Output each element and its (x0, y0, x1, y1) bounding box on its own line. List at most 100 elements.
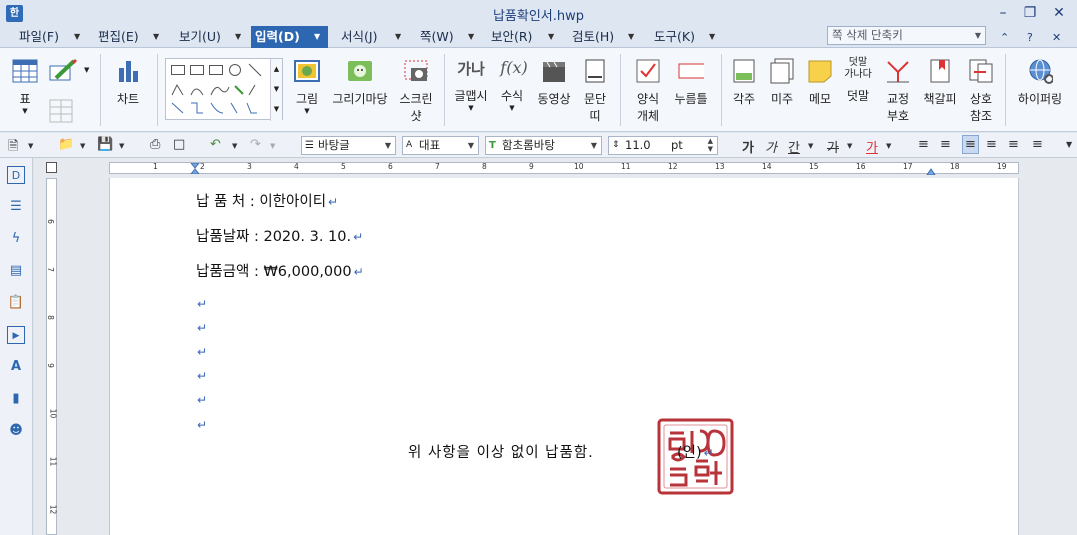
menu-view[interactable]: 보기(U) (175, 26, 225, 48)
menu-edit[interactable]: 편집(E) (94, 26, 143, 48)
textbox-shape-icon[interactable] (171, 65, 185, 75)
glyph-button[interactable]: 가나 글맵시 ▼ (451, 58, 491, 112)
chevron-down-icon[interactable]: ▼ (84, 66, 89, 74)
style-select[interactable]: ☰ 바탕글 ▼ (301, 136, 396, 155)
close-doc-icon[interactable]: ✕ (1052, 31, 1061, 44)
chevron-down-icon[interactable]: ▼ (28, 142, 33, 150)
menu-security[interactable]: 보안(R) (487, 26, 536, 48)
overlay-text-button[interactable]: 덧말 가나다 덧말 (841, 57, 875, 104)
chevron-down-icon[interactable]: ▼ (291, 107, 323, 115)
cross-reference-button[interactable]: 상호 참조 (963, 58, 999, 124)
align-right-icon[interactable]: ≡ (986, 137, 997, 152)
delivery-date-line[interactable]: 납품날짜 : 2020. 3. 10. ↵ (196, 225, 363, 246)
closing-statement[interactable]: 위 사항을 이상 없이 납품함. (408, 441, 594, 462)
align-distribute-icon[interactable]: ≡ (1008, 137, 1019, 152)
minimize-button[interactable]: – (989, 3, 1017, 23)
size-stepper-icon[interactable]: ▲ ▼ (708, 137, 713, 153)
help-icon[interactable]: ? (1027, 31, 1033, 44)
font-color-button[interactable]: 가 (866, 137, 878, 156)
page-list-icon[interactable]: ▤ (7, 262, 25, 280)
ellipse-shape-icon[interactable] (229, 64, 241, 76)
delivery-recipient-line[interactable]: 납 품 처 : 이한아이티 ↵ (196, 190, 338, 211)
chevron-down-icon[interactable]: ▼ (80, 142, 85, 150)
vertical-textbox-shape-icon[interactable] (190, 65, 204, 75)
chevron-down-icon[interactable]: ▼ (119, 142, 124, 150)
chevron-down-icon[interactable]: ▼ (628, 32, 634, 41)
push-button-field-button[interactable]: 누름틀 (671, 58, 711, 107)
table-calc-icon[interactable] (48, 98, 74, 124)
bold-button[interactable]: 가 (742, 137, 754, 156)
hyperlink-button[interactable]: 하이퍼링 (1012, 58, 1068, 107)
paragraph-divider-button[interactable]: 문단 띠 (578, 58, 612, 124)
align-center-icon[interactable]: ≡ (962, 135, 979, 154)
chevron-down-icon[interactable]: ▼ (709, 32, 715, 41)
chevron-down-icon[interactable]: ▼ (153, 32, 159, 41)
chevron-down-icon[interactable]: ▼ (270, 142, 275, 150)
menu-page[interactable]: 쪽(W) (416, 26, 458, 48)
drawing-madang-button[interactable]: 그리기마당 (328, 58, 392, 107)
chevron-down-icon[interactable]: ▼ (591, 137, 597, 154)
new-document-icon[interactable]: 🗎 (8, 137, 18, 159)
shapes-gallery[interactable]: ▲ ▼ ▼ (165, 58, 283, 121)
redo-icon[interactable]: ↷ (250, 137, 261, 152)
chevron-down-icon[interactable]: ▼ (314, 32, 320, 41)
document-page[interactable]: 납 품 처 : 이한아이티 ↵ 납품날짜 : 2020. 3. 10. ↵ 납품금액… (109, 178, 1019, 535)
bookmark-list-icon[interactable]: ▮ (7, 390, 25, 408)
chevron-down-icon[interactable]: ▼ (847, 142, 852, 150)
chart-button[interactable]: 차트 (110, 58, 146, 107)
shortcut-search-input[interactable]: 쪽 삭제 단축키 ▼ (827, 26, 986, 45)
shapes-scroll[interactable]: ▲ ▼ ▼ (270, 59, 282, 121)
chevron-down-icon[interactable]: ▼ (468, 32, 474, 41)
signature-mark[interactable]: (인) ↵ (677, 441, 714, 462)
endnote-button[interactable]: 미주 (766, 58, 798, 107)
proofread-marks-button[interactable]: 교정 부호 (880, 58, 916, 124)
align-justify-icon[interactable]: ≡ (918, 137, 929, 152)
chevron-down-icon[interactable]: ▼ (496, 104, 528, 112)
close-button[interactable]: ✕ (1045, 3, 1073, 23)
chevron-down-icon[interactable]: ▼ (808, 142, 813, 150)
delivery-amount-line[interactable]: 납품금액 : ₩6,000,000 ↵ (196, 260, 364, 281)
clipboard-icon[interactable]: 📋 (7, 294, 25, 312)
connector-shapes-icon[interactable] (171, 101, 261, 115)
style-text-icon[interactable]: A (7, 358, 25, 376)
menu-file[interactable]: 파일(F) (15, 26, 63, 48)
form-object-button[interactable]: 양식 개체 (630, 58, 666, 124)
formula-button[interactable]: f(x) 수식 ▼ (496, 58, 528, 112)
restore-button[interactable]: ❐ (1016, 3, 1044, 23)
vertical-ruler[interactable]: 6 7 8 9 10 11 12 (46, 178, 57, 535)
chevron-down-icon[interactable]: ▼ (8, 107, 42, 115)
chevron-down-icon[interactable]: ▼ (235, 32, 241, 41)
open-folder-icon[interactable]: 📁 (58, 137, 74, 152)
align-left-icon[interactable]: ≡ (940, 137, 951, 152)
chevron-down-icon[interactable]: ▼ (74, 32, 80, 41)
undo-icon[interactable]: ↶ (210, 137, 221, 152)
quick-action-icon[interactable]: ϟ (7, 230, 25, 248)
align-divide-icon[interactable]: ≡ (1032, 137, 1043, 152)
video-button[interactable]: 동영상 (534, 58, 574, 107)
strikethrough-button[interactable]: 가 (827, 137, 839, 156)
right-indent-marker-icon[interactable] (926, 167, 936, 175)
screenshot-button[interactable]: 스크린 샷 (396, 58, 436, 124)
memo-button[interactable]: 메모 (804, 58, 836, 107)
font-size-input[interactable]: ⇕ 11.0 pt ▲ ▼ (608, 136, 718, 155)
chevron-down-icon[interactable]: ▼ (548, 32, 554, 41)
chevron-down-icon[interactable]: ▼ (886, 142, 891, 150)
print-preview-icon[interactable]: □ (173, 137, 185, 152)
users-icon[interactable]: ☻ (7, 422, 25, 440)
picture-button[interactable]: 그림 ▼ (291, 58, 323, 115)
line-shape-icon[interactable] (248, 63, 262, 77)
chevron-down-icon[interactable]: ▼ (468, 137, 474, 154)
menu-review[interactable]: 검토(H) (568, 26, 618, 48)
horizontal-ruler[interactable]: 1 2 3 4 5 6 7 8 9 10 11 12 13 14 15 16 1… (109, 162, 1019, 175)
underline-button[interactable]: 간 (788, 137, 800, 156)
play-icon[interactable]: ▶ (7, 326, 25, 344)
toolbar-overflow-icon[interactable]: ▼ (1066, 140, 1072, 149)
rectangle-shape-icon[interactable] (209, 65, 223, 75)
curve-shapes-icon[interactable] (171, 83, 261, 97)
menu-tools[interactable]: 도구(K) (650, 26, 699, 48)
left-indent-marker-icon[interactable] (190, 163, 200, 174)
chevron-down-icon[interactable]: ▼ (451, 104, 491, 112)
print-icon[interactable]: ⎙ (150, 137, 160, 152)
menu-format[interactable]: 서식(J) (337, 26, 381, 48)
bookmark-button[interactable]: 책갈피 (919, 58, 961, 107)
